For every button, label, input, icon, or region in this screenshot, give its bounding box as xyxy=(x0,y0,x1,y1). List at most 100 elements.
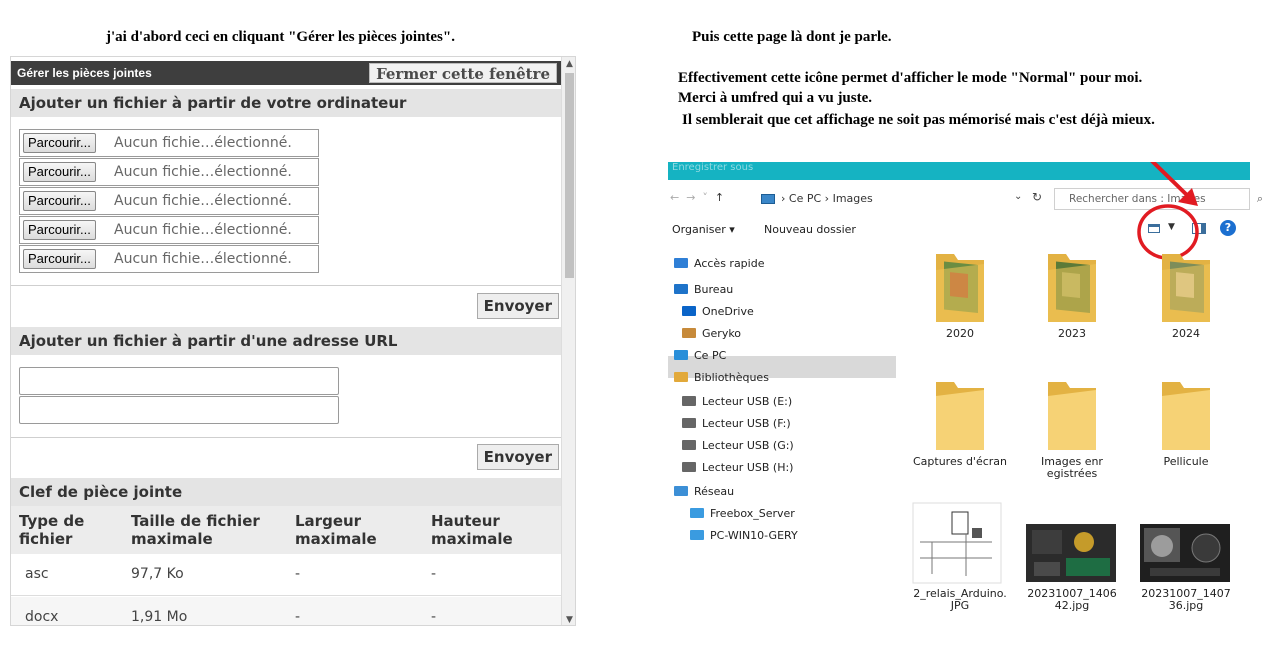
item-label: 20231007_140736.jpg xyxy=(1141,587,1231,612)
chevron-down-icon[interactable]: ⌄ xyxy=(1014,191,1022,202)
browse-button[interactable]: Parcourir... xyxy=(23,133,96,153)
col-file-type: Type de fichier xyxy=(19,512,85,548)
send-file-button[interactable]: Envoyer xyxy=(476,293,559,319)
sidebar-item-label: Lecteur USB (E:) xyxy=(702,395,793,408)
folder-icon xyxy=(1162,382,1210,450)
sidebar-item-label: Lecteur USB (F:) xyxy=(702,417,791,430)
attachments-header: Gérer les pièces jointes Fermer cette fe… xyxy=(11,61,561,85)
window-title: Enregistrer sous xyxy=(672,162,754,173)
sidebar-item-label: PC-WIN10-GERY xyxy=(710,529,798,542)
drive-icon xyxy=(682,396,696,406)
file-input-1[interactable]: Parcourir... Aucun fichie…électionné. xyxy=(19,129,319,157)
file-view: 2020 2023 2024 Captures d'écran Images e… xyxy=(908,246,1280,632)
new-folder-button[interactable]: Nouveau dossier xyxy=(764,223,856,236)
breadcrumb-ce-pc[interactable]: Ce PC xyxy=(789,192,821,205)
drive-icon xyxy=(682,418,696,428)
close-window-button[interactable]: Fermer cette fenêtre xyxy=(369,63,557,83)
monitor-icon xyxy=(690,530,704,540)
no-file-text: Aucun fichie…électionné. xyxy=(114,135,292,151)
folder-item[interactable]: Captures d'écran xyxy=(908,374,1012,500)
folder-item[interactable]: 2020 xyxy=(908,246,1012,372)
nav-arrows[interactable]: ← → ˅ ↑ xyxy=(670,188,724,210)
organize-button[interactable]: Organiser ▾ xyxy=(672,223,735,236)
item-label: 2_relais_Arduino.JPG xyxy=(913,587,1007,612)
photo-folder-icon xyxy=(1048,254,1096,322)
url-input-2[interactable] xyxy=(19,396,339,424)
drive-icon xyxy=(682,462,696,472)
browse-button[interactable]: Parcourir... xyxy=(23,162,96,182)
caption-left: j'ai d'abord ceci en cliquant "Gérer les… xyxy=(106,29,455,45)
caption-right-top: Puis cette page là dont je parle. xyxy=(692,29,892,45)
file-input-4[interactable]: Parcourir... Aucun fichie…électionné. xyxy=(19,216,319,244)
scroll-up-icon[interactable]: ▲ xyxy=(562,57,575,71)
send-url-button[interactable]: Envoyer xyxy=(476,444,559,470)
cell-width: - xyxy=(295,566,301,582)
url-section-heading: Ajouter un fichier à partir d'une adress… xyxy=(11,327,561,355)
folder-item[interactable]: 2024 xyxy=(1134,246,1238,372)
scrollbar[interactable]: ▲ ▼ xyxy=(561,57,575,625)
sidebar-item-label: Freebox_Server xyxy=(710,507,795,520)
file-input-2[interactable]: Parcourir... Aucun fichie…électionné. xyxy=(19,158,319,186)
sidebar-item[interactable]: Geryko xyxy=(682,324,741,344)
folder-item[interactable]: Pellicule xyxy=(1134,374,1238,500)
computer-icon xyxy=(674,350,688,360)
help-icon[interactable]: ? xyxy=(1220,220,1236,236)
photo-thumbnail-icon xyxy=(1026,524,1116,582)
folder-item[interactable]: Images enregistrées xyxy=(1020,374,1124,500)
sidebar-item[interactable]: Réseau xyxy=(674,482,734,502)
sidebar-item-label: OneDrive xyxy=(702,305,754,318)
folder-item[interactable]: 2023 xyxy=(1020,246,1124,372)
scroll-down-icon[interactable]: ▼ xyxy=(562,613,575,625)
sidebar-item[interactable]: Lecteur USB (H:) xyxy=(682,458,793,478)
sidebar-item[interactable]: OneDrive xyxy=(682,302,754,322)
sidebar-item[interactable]: Lecteur USB (F:) xyxy=(682,414,791,434)
url-input-1[interactable] xyxy=(19,367,339,395)
item-label: Images enregistrées xyxy=(1041,455,1103,480)
caption-right-line3: Il semblerait que cet affichage ne soit … xyxy=(682,112,1155,128)
photo-thumbnail-icon xyxy=(1140,524,1230,582)
attachments-title: Gérer les pièces jointes xyxy=(17,66,152,80)
breadcrumb: › Ce PC › Images xyxy=(781,192,873,205)
breadcrumb-images[interactable]: Images xyxy=(833,192,873,205)
sidebar-item[interactable]: Bibliothèques xyxy=(674,368,769,388)
browse-button[interactable]: Parcourir... xyxy=(23,220,96,240)
no-file-text: Aucun fichie…électionné. xyxy=(114,193,292,209)
refresh-icon[interactable]: ↻ xyxy=(1032,190,1042,204)
sidebar-item[interactable]: Accès rapide xyxy=(674,254,764,274)
sidebar-item[interactable]: Freebox_Server xyxy=(690,504,795,524)
item-label: 2023 xyxy=(1058,327,1086,340)
search-icon: ⌕ xyxy=(1256,192,1263,205)
computer-section-heading: Ajouter un fichier à partir de votre ord… xyxy=(11,89,561,117)
address-bar[interactable]: › Ce PC › Images xyxy=(746,188,1036,210)
sidebar-item-label: Bureau xyxy=(694,283,734,296)
cell-height: - xyxy=(431,609,437,625)
file-input-5[interactable]: Parcourir... Aucun fichie…électionné. xyxy=(19,245,319,273)
cell-size: 97,7 Ko xyxy=(131,566,184,582)
file-item[interactable]: 20231007_140642.jpg xyxy=(1020,502,1124,628)
images-folder-icon xyxy=(761,194,775,204)
no-file-text: Aucun fichie…électionné. xyxy=(114,251,292,267)
schematic-thumbnail-icon xyxy=(912,502,1002,584)
sidebar-item-label: Ce PC xyxy=(694,349,727,362)
scroll-thumb[interactable] xyxy=(565,73,574,278)
sidebar-item[interactable]: PC-WIN10-GERY xyxy=(690,526,798,546)
caption-right-line1: Effectivement cette icône permet d'affic… xyxy=(678,70,1143,86)
folder-icon xyxy=(936,382,984,450)
sidebar-item-label: Accès rapide xyxy=(694,257,765,270)
col-max-height: Hauteur maximale xyxy=(431,512,513,548)
sidebar-item-label: Lecteur USB (H:) xyxy=(702,461,794,474)
network-icon xyxy=(674,486,688,496)
sidebar-item[interactable]: Ce PC xyxy=(674,346,726,366)
browse-button[interactable]: Parcourir... xyxy=(23,249,96,269)
file-item[interactable]: 2_relais_Arduino.JPG xyxy=(908,502,1012,628)
file-input-3[interactable]: Parcourir... Aucun fichie…électionné. xyxy=(19,187,319,215)
photo-folder-icon xyxy=(1162,254,1210,322)
cell-width: - xyxy=(295,609,301,625)
sidebar-item[interactable]: Lecteur USB (G:) xyxy=(682,436,794,456)
attachments-panel: Gérer les pièces jointes Fermer cette fe… xyxy=(10,56,576,626)
cell-type: asc xyxy=(25,566,49,582)
file-item[interactable]: 20231007_140736.jpg xyxy=(1134,502,1238,628)
sidebar-item[interactable]: Bureau xyxy=(674,280,733,300)
browse-button[interactable]: Parcourir... xyxy=(23,191,96,211)
sidebar-item[interactable]: Lecteur USB (E:) xyxy=(682,392,792,412)
